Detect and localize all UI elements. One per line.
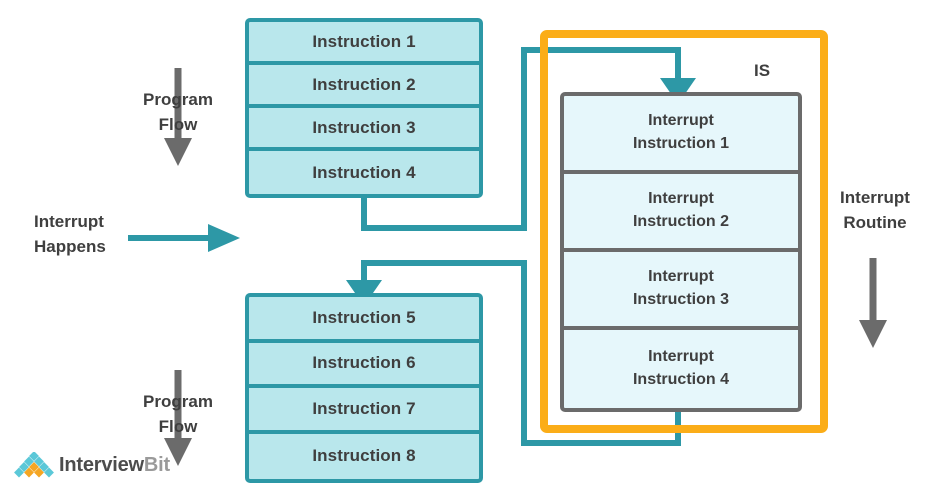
interrupt-instruction-row: Interrupt Instruction 4: [564, 330, 798, 408]
instruction-row: Instruction 2: [249, 65, 479, 108]
program-flow-top-label: Program Flow: [143, 90, 213, 134]
instruction-row: Instruction 1: [249, 22, 479, 65]
program-flow-bottom-label: Program Flow: [143, 392, 213, 436]
interrupt-instruction-line1: Interrupt: [648, 268, 714, 286]
interrupt-routine-label: Interrupt Routine: [840, 188, 910, 232]
interrupt-instruction-line1: Interrupt: [648, 112, 714, 130]
interrupt-instruction-row: Interrupt Instruction 3: [564, 252, 798, 330]
interrupt-instruction-line2: Instruction 2: [632, 213, 729, 230]
interrupt-instruction-row: Interrupt Instruction 1: [564, 96, 798, 174]
diagram-canvas: Program Flow Interrupt Happens Program F…: [0, 0, 949, 500]
interrupt-happens-arrow: [128, 224, 240, 252]
instruction-row: Instruction 6: [249, 343, 479, 388]
interrupt-service-routine: Interrupt Instruction 1 Interrupt Instru…: [560, 92, 802, 412]
interrupt-happens-label: Interrupt Happens: [34, 212, 106, 256]
brand-name-secondary: Bit: [143, 453, 170, 476]
interviewbit-logo: InterviewBit: [14, 452, 170, 478]
instruction-row: Instruction 7: [249, 388, 479, 434]
interrupt-instruction-line1: Interrupt: [648, 190, 714, 208]
interrupt-routine-arrow: [859, 258, 887, 348]
main-program-block-bottom: Instruction 5 Instruction 6 Instruction …: [245, 293, 483, 483]
interrupt-instruction-line2: Instruction 4: [632, 371, 729, 388]
instruction-row: Instruction 8: [312, 446, 416, 466]
main-program-block-top: Instruction 1 Instruction 2 Instruction …: [245, 18, 483, 198]
brand-name-primary: Interview: [59, 453, 144, 476]
interviewbit-logo-mark-icon: [14, 452, 54, 478]
interrupt-instruction-line1: Interrupt: [648, 348, 714, 366]
instruction-row: Instruction 5: [249, 297, 479, 343]
interrupt-instruction-line2: Instruction 3: [632, 291, 729, 308]
instruction-row: Instruction 3: [249, 108, 479, 151]
is-label: IS: [754, 61, 771, 80]
interrupt-instruction-line2: Instruction 1: [632, 135, 729, 152]
interrupt-instruction-row: Interrupt Instruction 2: [564, 174, 798, 252]
instruction-row: Instruction 4: [312, 162, 416, 182]
interviewbit-wordmark: InterviewBit: [59, 454, 170, 477]
